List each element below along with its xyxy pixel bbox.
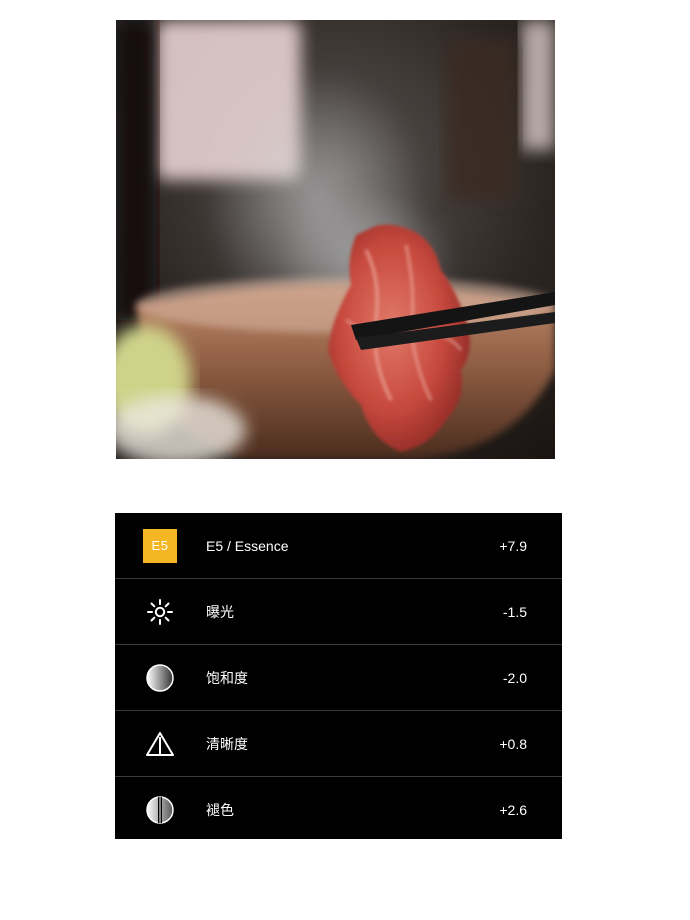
clarity-triangle-icon (143, 727, 177, 761)
adjustment-label: 曝光 (206, 603, 234, 620)
adjustment-row-saturation[interactable]: 饱和度 -2.0 (115, 645, 562, 711)
preset-badge-icon: E5 (143, 528, 177, 563)
adjustment-row-exposure[interactable]: 曝光 -1.5 (115, 579, 562, 645)
fade-circle-icon (143, 793, 177, 827)
adjustment-label: 清晰度 (206, 735, 248, 752)
adjustment-value: -1.5 (502, 603, 527, 620)
adjustment-value: -2.0 (502, 669, 527, 686)
adjustment-label: 饱和度 (206, 669, 248, 686)
adjustment-row-preset[interactable]: E5 E5 / Essence +7.9 (115, 513, 562, 579)
adjustment-label: 褪色 (206, 801, 234, 818)
adjustment-row-fade[interactable]: 褪色 +2.6 (115, 777, 562, 842)
exposure-sun-icon (143, 595, 177, 629)
preset-badge: E5 (143, 528, 177, 563)
adjustment-panel: E5 E5 / Essence +7.9 曝光 -1.5 饱和度 -2.0 清晰… (115, 513, 562, 839)
adjustment-row-clarity[interactable]: 清晰度 +0.8 (115, 711, 562, 777)
adjustment-label: E5 / Essence (206, 537, 289, 554)
adjustment-value: +0.8 (499, 735, 527, 752)
adjustment-value: +7.9 (499, 537, 527, 554)
food-photo (116, 20, 555, 459)
adjustment-value: +2.6 (499, 801, 527, 818)
saturation-circle-icon (143, 661, 177, 695)
